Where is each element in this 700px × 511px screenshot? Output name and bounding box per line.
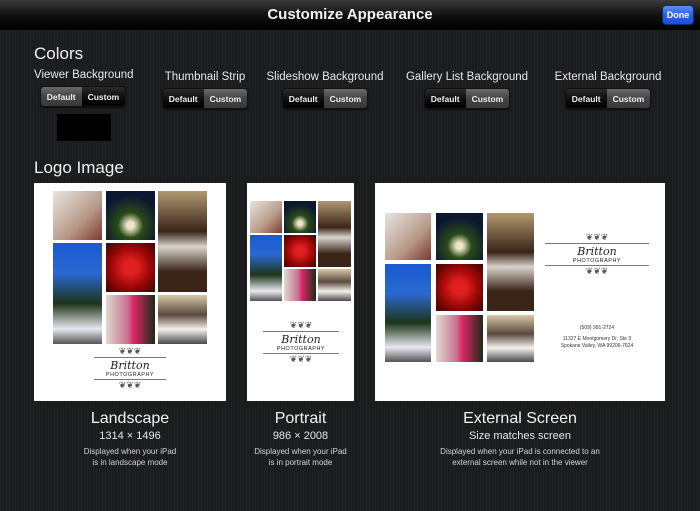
landscape-desc-line1: Displayed when your iPad: [83, 447, 177, 456]
brand-logo: ❦❦❦ Britton PHOTOGRAPHY ❦❦❦: [94, 347, 166, 390]
landscape-desc-line2: is in landscape mode: [92, 457, 168, 467]
portrait-desc-line1: Displayed when your iPad: [254, 447, 347, 456]
external-screen-logo-image[interactable]: ❦❦❦ Britton PHOTOGRAPHY ❦❦❦ (509) 991-27…: [375, 183, 665, 401]
slideshow-background-label: Slideshow Background: [266, 71, 384, 83]
viewer-background-color-swatch[interactable]: [57, 114, 111, 141]
thumbnail-strip-segmented-control: Default Custom: [161, 88, 249, 109]
photo-night-couple: [436, 213, 483, 260]
brand-script-text: Britton: [110, 359, 150, 372]
photo-hanging-dress: [318, 201, 351, 267]
external-screen-size: Size matches screen: [468, 430, 572, 442]
address-line-2: Spokane Valley, WA 99206-7624: [560, 343, 634, 349]
photo-hanging-dress: [158, 191, 207, 292]
photo-bouquet-kiss: [106, 295, 155, 344]
ornament-top-icon: ❦❦❦: [118, 346, 142, 356]
address-line-1: 11327 E Montgomery Dr, Ste 3: [562, 336, 632, 342]
gallery-list-background-custom-button[interactable]: Custom: [465, 89, 510, 108]
photo-aisle-walk: [487, 315, 534, 362]
ornament-top-icon: ❦❦❦: [289, 320, 313, 330]
external-background-custom-button[interactable]: Custom: [606, 89, 651, 108]
viewer-background-custom-button[interactable]: Custom: [81, 87, 126, 106]
portrait-logo-image[interactable]: ❦❦❦ Britton PHOTOGRAPHY ❦❦❦: [247, 183, 354, 401]
photo-aisle-walk: [318, 269, 351, 301]
external-background-segmented-control: Default Custom: [564, 88, 652, 109]
landscape-caption: Landscape 1314 × 1496 Displayed when you…: [34, 410, 226, 468]
brand-sub-text: PHOTOGRAPHY: [105, 372, 155, 378]
navigation-bar: Customize Appearance Done: [0, 0, 700, 30]
phone-text: (509) 991-2724: [579, 325, 615, 331]
ornament-bottom-icon: ❦❦❦: [289, 354, 313, 364]
brand-sub-text: PHOTOGRAPHY: [572, 258, 622, 264]
landscape-logo-image[interactable]: ❦❦❦ Britton PHOTOGRAPHY ❦❦❦: [34, 183, 226, 401]
thumbnail-strip-custom-button[interactable]: Custom: [203, 89, 248, 108]
external-screen-desc-line1: Displayed when your iPad is connected to…: [440, 447, 600, 456]
ornament-top-icon: ❦❦❦: [585, 232, 609, 242]
gallery-list-background-group: Gallery List Background Default Custom: [404, 71, 530, 109]
landscape-title: Landscape: [90, 410, 170, 427]
viewer-background-default-button[interactable]: Default: [40, 87, 82, 106]
thumbnail-strip-group: Thumbnail Strip Default Custom: [160, 71, 250, 109]
photo-ring-rose: [284, 235, 316, 267]
portrait-desc-line2: is in portrait mode: [268, 457, 333, 467]
slideshow-background-default-button[interactable]: Default: [282, 89, 324, 108]
colors-section-title: Colors: [34, 44, 84, 63]
external-background-group: External Background Default Custom: [550, 71, 666, 109]
photo-bride-trees: [53, 243, 102, 344]
landscape-size: 1314 × 1496: [99, 430, 161, 442]
done-button[interactable]: Done: [662, 5, 694, 25]
thumbnail-strip-label: Thumbnail Strip: [164, 71, 246, 83]
photo-bride-trees: [385, 264, 431, 362]
ornament-bottom-icon: ❦❦❦: [118, 380, 142, 390]
photo-couple-kiss: [250, 201, 282, 233]
brand-script-text: Britton: [577, 245, 617, 258]
brand-script-text: Britton: [281, 333, 321, 346]
viewer-background-label: Viewer Background: [34, 69, 134, 81]
brand-sub-text: PHOTOGRAPHY: [276, 346, 326, 352]
external-background-default-button[interactable]: Default: [565, 89, 607, 108]
logo-image-section-title: Logo Image: [34, 158, 124, 177]
photo-hanging-dress: [487, 213, 534, 311]
photo-couple-kiss: [53, 191, 102, 240]
portrait-caption: Portrait 986 × 2008 Displayed when your …: [240, 410, 361, 468]
slideshow-background-segmented-control: Default Custom: [281, 88, 369, 109]
brand-logo: ❦❦❦ Britton PHOTOGRAPHY ❦❦❦: [545, 233, 649, 276]
page-title: Customize Appearance: [267, 6, 433, 23]
viewer-background-segmented-control: Default Custom: [39, 86, 127, 107]
photo-ring-rose: [106, 243, 155, 292]
photo-night-couple: [284, 201, 316, 233]
photo-bouquet-kiss: [436, 315, 483, 362]
external-screen-caption: External Screen Size matches screen Disp…: [410, 410, 630, 468]
photo-couple-kiss: [385, 213, 431, 260]
slideshow-background-group: Slideshow Background Default Custom: [265, 71, 385, 109]
external-background-label: External Background: [554, 71, 662, 83]
photo-bouquet-kiss: [284, 269, 316, 301]
ornament-bottom-icon: ❦❦❦: [585, 266, 609, 276]
portrait-size: 986 × 2008: [272, 430, 329, 442]
gallery-list-background-segmented-control: Default Custom: [423, 88, 511, 109]
photo-ring-rose: [436, 264, 483, 311]
slideshow-background-custom-button[interactable]: Custom: [323, 89, 368, 108]
gallery-list-background-default-button[interactable]: Default: [424, 89, 466, 108]
external-screen-desc-line2: external screen while not in the viewer: [452, 457, 588, 467]
gallery-list-background-label: Gallery List Background: [405, 71, 529, 83]
photo-night-couple: [106, 191, 155, 240]
thumbnail-strip-default-button[interactable]: Default: [162, 89, 204, 108]
photo-aisle-walk: [158, 295, 207, 344]
portrait-title: Portrait: [274, 410, 327, 427]
contact-info: (509) 991-2724 11327 E Montgomery Dr, St…: [545, 325, 649, 350]
viewer-background-group: Viewer Background Default Custom: [34, 69, 134, 107]
photo-bride-trees: [250, 235, 282, 301]
brand-logo: ❦❦❦ Britton PHOTOGRAPHY ❦❦❦: [263, 321, 339, 364]
external-screen-title: External Screen: [463, 410, 577, 427]
